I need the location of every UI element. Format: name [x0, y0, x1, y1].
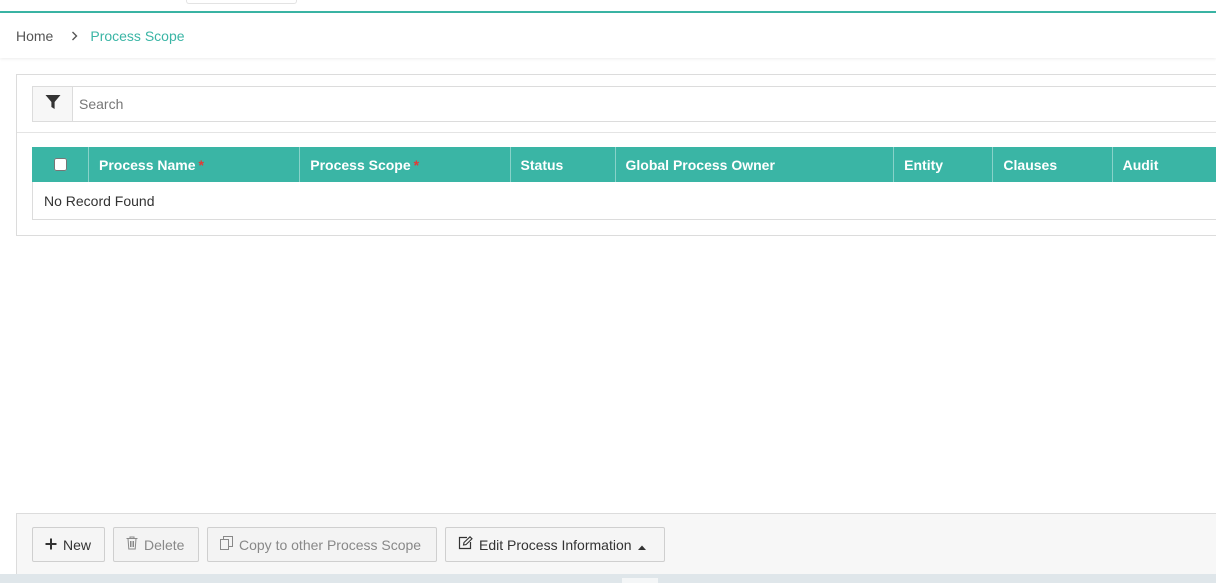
column-header-label: Process Scope — [310, 156, 411, 173]
required-marker: * — [198, 156, 204, 173]
divider — [17, 132, 1216, 133]
column-header-label: Process Name — [99, 156, 196, 173]
grid-header: Process Name * Process Scope * Status Gl… — [32, 147, 1216, 182]
top-tab-stub[interactable] — [186, 0, 297, 4]
column-header-process-scope[interactable]: Process Scope * — [300, 147, 511, 182]
empty-message: No Record Found — [44, 192, 155, 209]
breadcrumb-home-link[interactable]: Home — [16, 28, 53, 44]
required-marker: * — [413, 156, 420, 173]
delete-button[interactable]: Delete — [113, 527, 199, 562]
process-scope-panel: Process Name * Process Scope * Status Gl… — [16, 74, 1216, 236]
bottom-strip-stub — [622, 578, 658, 583]
action-toolbar: New Delete Copy to other Process Scope E… — [16, 513, 1216, 575]
column-header-process-name[interactable]: Process Name * — [89, 147, 301, 182]
process-grid: Process Name * Process Scope * Status Gl… — [32, 147, 1216, 220]
copy-to-other-scope-button[interactable]: Copy to other Process Scope — [207, 527, 437, 562]
delete-button-label: Delete — [144, 536, 185, 553]
trash-icon — [126, 536, 138, 553]
edit-icon — [458, 536, 473, 553]
select-all-checkbox[interactable] — [53, 158, 67, 171]
new-button-label: New — [63, 536, 92, 553]
column-header-label: Entity — [904, 156, 944, 173]
new-button[interactable]: New — [32, 527, 105, 562]
column-header-label: Global Process Owner — [625, 156, 775, 173]
column-header-global-process-owner[interactable]: Global Process Owner — [616, 147, 895, 182]
filter-icon — [45, 94, 61, 115]
bottom-strip — [0, 574, 1216, 583]
breadcrumb-current[interactable]: Process Scope — [90, 28, 184, 44]
copy-button-label: Copy to other Process Scope — [239, 536, 422, 553]
plus-icon — [45, 537, 57, 553]
breadcrumb: Home Process Scope — [0, 13, 1216, 58]
filter-button[interactable] — [32, 86, 73, 122]
caret-up-icon — [637, 537, 646, 553]
search-bar — [32, 86, 1216, 122]
search-input[interactable] — [73, 86, 1216, 122]
column-header-label: Clauses — [1003, 156, 1058, 173]
copy-icon — [220, 536, 233, 553]
grid-empty-row: No Record Found — [32, 182, 1216, 220]
column-header-label: Audit — [1122, 156, 1159, 173]
top-strip — [0, 0, 1216, 13]
chevron-right-icon — [71, 31, 78, 41]
edit-button-label: Edit Process Information — [479, 536, 632, 553]
column-header-audit[interactable]: Audit — [1113, 147, 1216, 182]
edit-process-information-button[interactable]: Edit Process Information — [445, 527, 665, 562]
column-header-entity[interactable]: Entity — [894, 147, 994, 182]
column-header-clauses[interactable]: Clauses — [993, 147, 1113, 182]
select-all-cell — [32, 147, 89, 182]
column-header-status[interactable]: Status — [511, 147, 616, 182]
column-header-label: Status — [520, 156, 564, 173]
